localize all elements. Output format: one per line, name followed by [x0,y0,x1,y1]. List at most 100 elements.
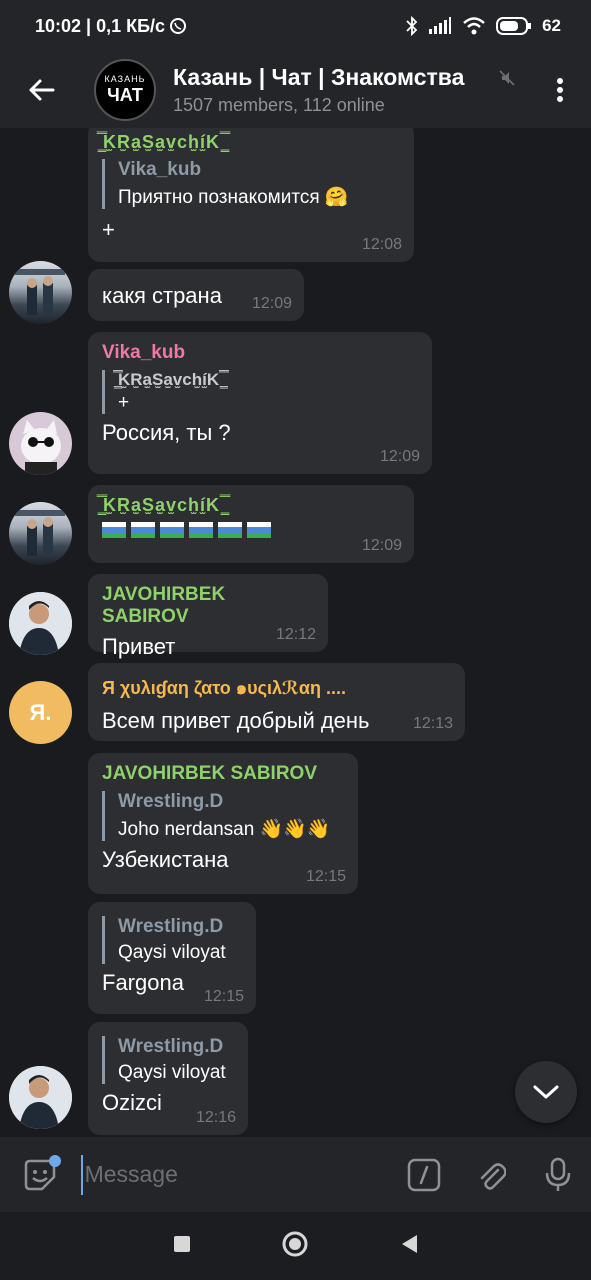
reply-text: Qaysi viloyat [118,1062,226,1083]
message-sender: Vika_kub [102,342,186,363]
wifi-icon [463,17,485,35]
message-bubble[interactable]: JAVOHIRBEK SABIROV Wrestling.D Joho nerd… [88,753,358,894]
chat-title-area[interactable]: Казань | Чат | Знакомства 1507 members, … [173,64,515,116]
reply-author: Vika_kub [118,159,202,180]
user-avatar[interactable] [9,412,72,475]
viber-icon [170,18,187,34]
notification-dot [48,1155,61,1167]
status-time: 10:02 | 0,1 КБ/с [35,15,166,36]
message-text: + [102,217,115,242]
mute-icon [499,69,515,86]
flag-emoji [102,522,126,538]
more-menu-button[interactable] [529,52,591,128]
user-avatar[interactable] [9,1066,72,1129]
message-time: 12:13 [412,715,453,732]
recents-button[interactable] [173,1235,191,1258]
arrow-left-icon [29,79,55,101]
user-avatar-letter[interactable]: Я. [9,681,72,744]
scroll-to-bottom-button[interactable] [515,1061,577,1123]
message-bubble[interactable]: Vika_kub ͇̿̿̿̿̿K̫R̫a̫S̫a̫v̫ch̫í̫K ͇̿̿̿̿̿… [88,332,432,474]
back-nav-button[interactable] [399,1233,419,1260]
reply-text: + [118,392,130,413]
bluetooth-icon [406,16,418,36]
avatar-initials: Я. [29,699,52,725]
battery-icon [496,17,532,35]
reply-author: Wrestling.D [118,791,224,812]
message-time: 12:09 [379,448,420,465]
message-bubble[interactable]: какя страна 12:09 [88,269,304,321]
message-time: 12:15 [305,868,346,885]
bot-commands-button[interactable] [391,1137,458,1212]
voice-record-button[interactable] [524,1137,591,1212]
square-icon [173,1235,190,1252]
reply-quote[interactable]: Wrestling.D Qaysi viloyat [102,1036,234,1084]
avatar-photo [15,510,65,556]
home-button[interactable] [281,1230,309,1263]
avatar-photo [15,269,65,315]
message-input[interactable] [80,1154,381,1195]
message-sender: JAVOHIRBEK SABIROV [102,584,226,627]
message-time: 12:09 [251,295,292,312]
flag-emoji [131,522,155,538]
message-bubble[interactable]: ͇̿̿̿̿̿K̫R̫a̫S̫a̫v̫ch̫í̫K ͇̿̿̿̿̿ 12:09 [88,485,414,563]
message-sender: Я χυλιɠαη ζατο ๑υςιλℛαη .... [102,678,346,698]
chat-header: КАЗАНЬ ЧАТ Казань | Чат | Знакомства 150… [0,52,591,128]
chat-members: 1507 members, 112 online [173,95,385,115]
avatar-photo [21,420,61,475]
signal-icon [429,17,452,34]
chat-title: Казань | Чат | Знакомства [173,64,465,90]
avatar-photo [9,592,72,655]
message-sender: ͇̿̿̿̿̿K̫R̫a̫S̫a̫v̫ch̫í̫K ͇̿̿̿̿̿ [102,495,227,515]
system-nav-bar [0,1212,591,1280]
paperclip-icon [480,1162,506,1190]
message-composer [0,1137,591,1212]
message-sender: ͇̿̿̿̿̿K̫R̫a̫S̫a̫v̫ch̫í̫K ͇̿̿̿̿̿ [102,132,227,152]
message-bubble[interactable]: Wrestling.D Qaysi viloyat Ozizci 12:16 [88,1022,248,1135]
flag-emoji [218,522,242,538]
slash-command-icon [407,1158,441,1191]
message-time: 12:15 [203,988,244,1005]
user-avatar[interactable] [9,261,72,324]
triangle-back-icon [401,1234,417,1253]
message-time: 12:12 [275,626,316,643]
avatar-photo [9,1066,72,1129]
reply-quote[interactable]: ͇̿̿̿̿̿K̫R̫a̫S̫a̫v̫ch̫í̫K ͇̿̿̿̿̿ + [102,370,418,414]
flag-emoji [189,522,213,538]
user-avatar[interactable] [9,592,72,655]
reply-author: Wrestling.D [118,916,224,937]
message-time: 12:09 [361,537,402,554]
reply-quote[interactable]: Vika_kub Приятно познакомится 🤗 [102,159,400,209]
reply-author: ͇̿̿̿̿̿K̫R̫a̫S̫a̫v̫ch̫í̫K ͇̿̿̿̿̿ [118,370,224,389]
attach-button[interactable] [457,1137,524,1212]
chat-avatar[interactable]: КАЗАНЬ ЧАТ [94,59,156,121]
message-time: 12:08 [361,236,402,253]
reply-author: Wrestling.D [118,1036,224,1057]
message-time: 12:16 [195,1109,236,1126]
message-bubble[interactable]: Я χυλιɠαη ζατο ๑υςιλℛαη .... Всем привет… [88,663,465,741]
message-sender: JAVOHIRBEK SABIROV [102,763,318,784]
status-bar: 10:02 | 0,1 КБ/с 62 [0,0,591,52]
more-vertical-icon [557,78,563,102]
reply-text: Qaysi viloyat [118,942,226,963]
back-button[interactable] [0,52,82,128]
chat-avatar-top: КАЗАНЬ [104,74,146,84]
flag-emoji [247,522,271,538]
reply-text: Joho nerdansan 👋👋👋 [118,819,331,840]
reply-quote[interactable]: Wrestling.D Qaysi viloyat [102,916,242,964]
message-text: Россия, ты ? [102,420,231,445]
message-list[interactable]: ͇̿̿̿̿̿K̫R̫a̫S̫a̫v̫ch̫í̫K ͇̿̿̿̿̿ Vika_kub… [0,128,591,1137]
emoji-sticker-button[interactable] [0,1137,81,1212]
microphone-icon [545,1157,570,1191]
message-bubble[interactable]: JAVOHIRBEK SABIROV Привет 12:12 [88,574,328,659]
battery-percent: 62 [542,16,561,35]
chat-avatar-bottom: ЧАТ [107,85,143,105]
message-bubble[interactable]: ͇̿̿̿̿̿K̫R̫a̫S̫a̫v̫ch̫í̫K ͇̿̿̿̿̿ Vika_kub… [88,128,414,262]
reply-quote[interactable]: Wrestling.D Joho nerdansan 👋👋👋 [102,791,344,841]
message-text: Всем привет добрый день [102,708,370,733]
message-bubble[interactable]: Wrestling.D Qaysi viloyat Fargona 12:15 [88,902,256,1014]
circle-icon [282,1231,307,1256]
user-avatar[interactable] [9,502,72,565]
flag-emoji [160,522,184,538]
chevron-down-icon [533,1085,559,1099]
reply-text: Приятно познакомится 🤗 [118,187,349,208]
